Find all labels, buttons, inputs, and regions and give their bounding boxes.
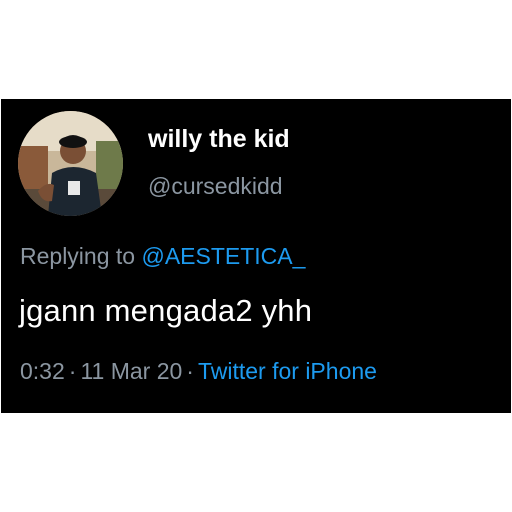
replying-prefix: Replying to	[20, 243, 136, 269]
display-name[interactable]: willy the kid	[148, 125, 290, 154]
tweet-date[interactable]: 11 Mar 20	[80, 358, 182, 384]
tweet-text: jgann mengada2 yhh	[19, 293, 313, 328]
meta-separator: ·	[68, 358, 77, 384]
tweet-card: willy the kid @cursedkidd Replying to @A…	[1, 99, 511, 413]
tweet-time[interactable]: 0:32	[20, 358, 65, 384]
meta-separator: ·	[186, 358, 194, 384]
user-handle[interactable]: @cursedkidd	[148, 173, 283, 200]
tweet-source-link[interactable]: Twitter for iPhone	[198, 358, 377, 384]
replying-mention-link[interactable]: @AESTETICA_	[141, 243, 305, 269]
avatar[interactable]	[18, 111, 123, 216]
avatar-photo	[18, 111, 123, 216]
tweet-meta: 0:32 · 11 Mar 20 · Twitter for iPhone	[20, 358, 377, 385]
replying-to-line: Replying to @AESTETICA_	[20, 243, 305, 270]
